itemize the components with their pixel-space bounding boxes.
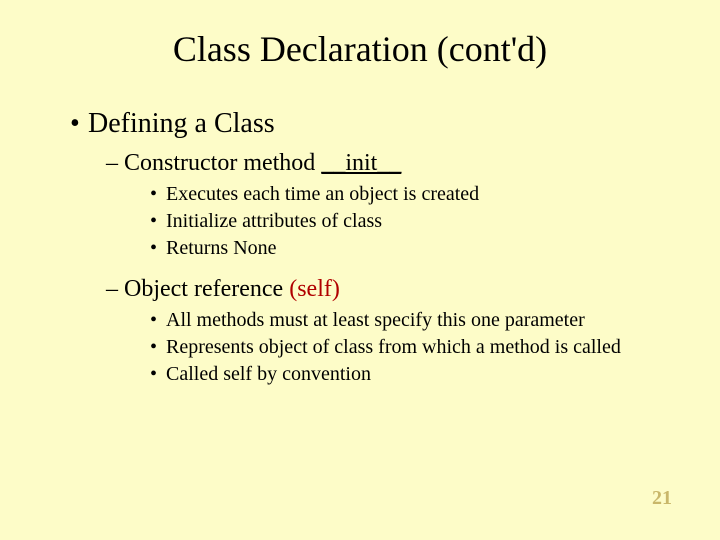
level3-text: Executes each time an object is created [166, 183, 479, 205]
paren-close: ) [332, 276, 340, 302]
level3-text: Called self by convention [166, 363, 371, 385]
level3-text: Represents object of class from which a … [166, 336, 621, 358]
level3-item: •All methods must at least specify this … [150, 307, 670, 334]
level3-item: •Executes each time an object is created [150, 181, 670, 208]
bullet-dot-icon: • [150, 361, 166, 388]
level3-item: •Initialize attributes of class [150, 208, 670, 235]
level2-prefix: Object reference [124, 276, 289, 302]
level2-prefix: Constructor method [124, 150, 321, 176]
self-keyword: self [297, 276, 332, 302]
level3-item: •Returns None [150, 235, 670, 262]
slide-title: Class Declaration (cont'd) [50, 28, 670, 70]
level2-underlined: __init__ [321, 150, 401, 176]
bullet-dot-icon: • [150, 307, 166, 334]
level1-text: Defining a Class [88, 108, 275, 139]
bullet-dot-icon: • [150, 334, 166, 361]
level2-item-constructor: –Constructor method __init__ [106, 150, 670, 177]
bullet-dash-icon: – [106, 150, 124, 177]
page-number: 21 [652, 487, 672, 510]
bullet-dot-icon: • [70, 108, 88, 140]
bullet-dash-icon: – [106, 276, 124, 303]
bullet-dot-icon: • [150, 208, 166, 235]
level1-item: •Defining a Class [70, 108, 670, 140]
level3-item: •Represents object of class from which a… [150, 334, 670, 361]
level2-item-self: –Object reference (self) [106, 276, 670, 303]
level3-text: All methods must at least specify this o… [166, 309, 585, 331]
level3-item: •Called self by convention [150, 361, 670, 388]
bullet-dot-icon: • [150, 181, 166, 208]
level3-text: Returns None [166, 237, 277, 259]
bullet-dot-icon: • [150, 235, 166, 262]
level3-text: Initialize attributes of class [166, 210, 382, 232]
